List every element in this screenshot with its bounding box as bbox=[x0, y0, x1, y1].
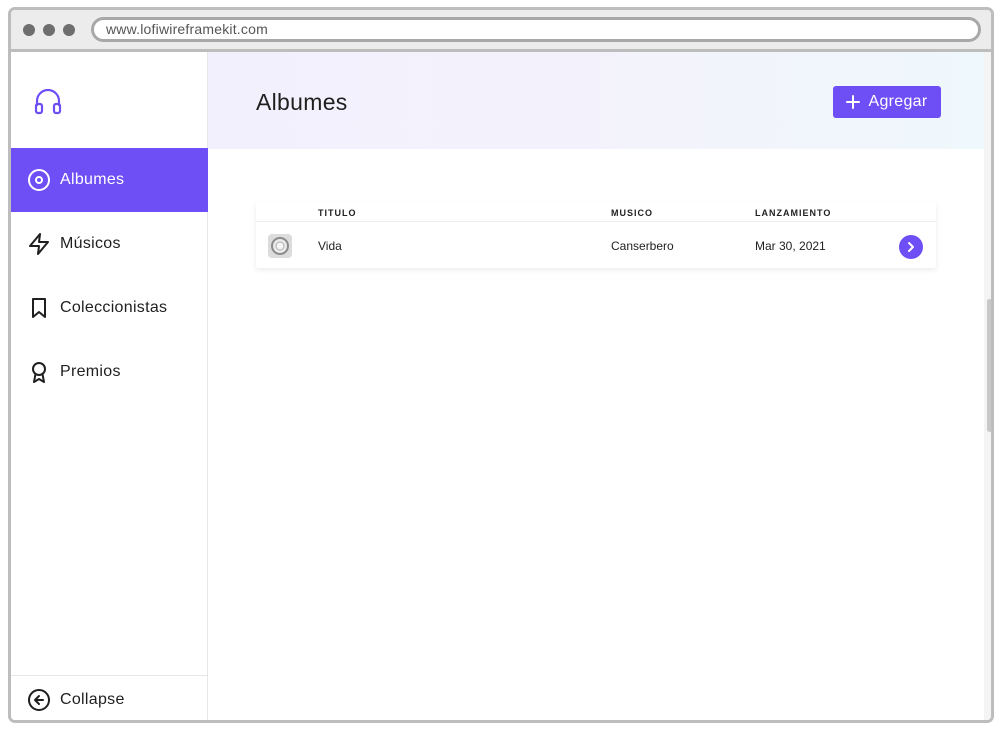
sidebar-item-label: Albumes bbox=[60, 171, 125, 188]
album-musician: Canserbero bbox=[611, 239, 674, 253]
plus-icon bbox=[846, 95, 861, 109]
sidebar-item-albumes[interactable]: Albumes bbox=[11, 148, 208, 212]
album-title: Vida bbox=[318, 239, 342, 253]
headphones-icon[interactable] bbox=[32, 85, 64, 117]
page-header: Albumes Agregar bbox=[208, 52, 984, 149]
arrow-left-circle-icon bbox=[27, 688, 51, 712]
chevron-right-icon[interactable] bbox=[899, 235, 923, 259]
scrollbar-thumb[interactable] bbox=[987, 299, 991, 432]
lightning-icon bbox=[27, 232, 51, 256]
window-maximize-dot[interactable] bbox=[63, 24, 75, 36]
sidebar-item-premios[interactable]: Premios bbox=[11, 340, 208, 404]
column-header-titulo[interactable]: TITULO bbox=[318, 208, 357, 218]
table-row[interactable]: Vida Canserbero Mar 30, 2021 bbox=[256, 223, 936, 268]
main-content: Albumes Agregar TITULO MUSICO LANZAMIENT… bbox=[208, 52, 984, 720]
window-minimize-dot[interactable] bbox=[43, 24, 55, 36]
add-button[interactable]: Agregar bbox=[833, 86, 941, 118]
scrollbar[interactable] bbox=[984, 52, 991, 720]
column-header-lanzamiento[interactable]: LANZAMIENTO bbox=[755, 208, 831, 218]
page-title: Albumes bbox=[256, 89, 348, 115]
sidebar-item-label: Premios bbox=[60, 363, 121, 380]
album-thumbnail bbox=[268, 234, 292, 258]
sidebar-item-label: Músicos bbox=[60, 235, 121, 252]
sidebar: Albumes Músicos Coleccionistas Premios C… bbox=[11, 52, 208, 720]
window-close-dot[interactable] bbox=[23, 24, 35, 36]
albums-table: TITULO MUSICO LANZAMIENTO Vida Canserber… bbox=[256, 202, 936, 268]
table-header: TITULO MUSICO LANZAMIENTO bbox=[256, 202, 936, 222]
browser-titlebar: www.lofiwireframekit.com bbox=[11, 10, 991, 52]
collapse-label: Collapse bbox=[60, 690, 125, 708]
column-header-musico[interactable]: MUSICO bbox=[611, 208, 653, 218]
add-button-label: Agregar bbox=[868, 93, 928, 110]
sidebar-item-label: Coleccionistas bbox=[60, 299, 168, 316]
bookmark-icon bbox=[27, 296, 51, 320]
sidebar-item-coleccionistas[interactable]: Coleccionistas bbox=[11, 276, 208, 340]
award-icon bbox=[27, 360, 51, 384]
browser-window: www.lofiwireframekit.com Albumes Músicos… bbox=[8, 7, 994, 723]
sidebar-item-musicos[interactable]: Músicos bbox=[11, 212, 208, 276]
disc-icon bbox=[27, 168, 51, 192]
collapse-button[interactable]: Collapse bbox=[11, 675, 208, 720]
album-release-date: Mar 30, 2021 bbox=[755, 239, 826, 253]
address-bar[interactable]: www.lofiwireframekit.com bbox=[91, 17, 981, 42]
